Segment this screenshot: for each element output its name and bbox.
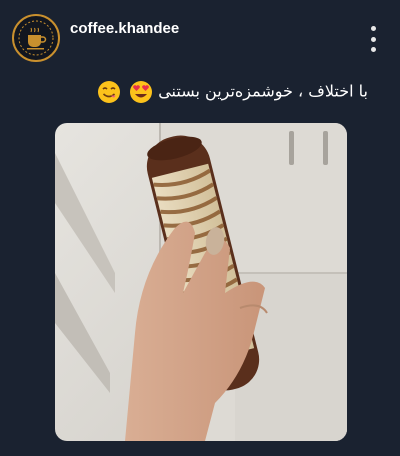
post-caption: با اختلاف ، خوشمزه‌ترین بستنی xyxy=(94,80,368,104)
post-photo[interactable] xyxy=(55,123,347,441)
ice-cream-bar-photo xyxy=(55,123,347,441)
savoring-food-emoji-icon xyxy=(98,81,121,103)
ellipsis-dot xyxy=(370,36,376,42)
caption-text: با اختلاف ، خوشمزه‌ترین بستنی xyxy=(158,81,368,101)
ellipsis-dot xyxy=(370,47,376,52)
account-name[interactable]: coffee.khandee xyxy=(70,20,179,37)
vertical-ellipsis-icon xyxy=(370,26,376,31)
coffee-cup-logo-icon xyxy=(18,20,54,56)
account-avatar[interactable] xyxy=(12,14,60,62)
more-options-button[interactable] xyxy=(368,26,378,52)
post-header: coffee.khandee xyxy=(0,0,400,70)
heart-eyes-emoji-icon xyxy=(130,81,153,103)
